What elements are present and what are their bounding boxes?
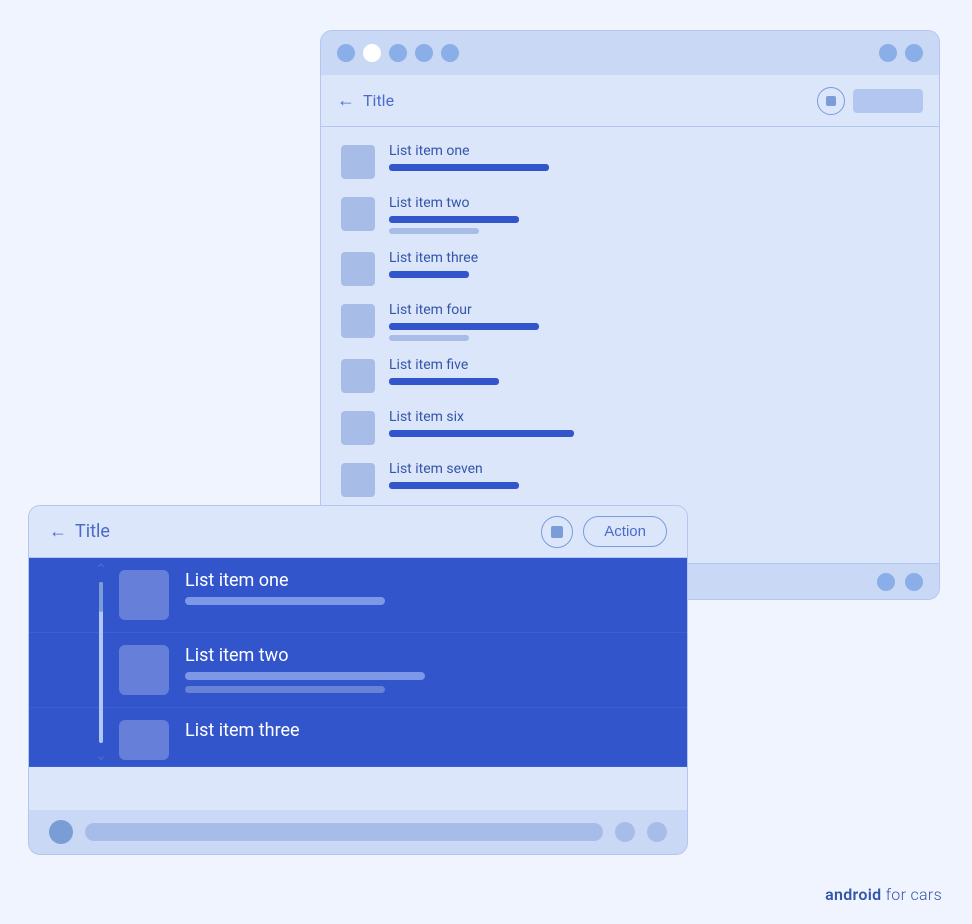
back-list-item-4[interactable]: List item four: [321, 294, 939, 349]
back-list-area: List item one List item two List item th…: [321, 127, 939, 513]
front-stop-icon: [551, 526, 563, 538]
dot-3: [389, 44, 407, 62]
back-titlebar-dots: [337, 44, 459, 62]
back-titlebar-right-dots: [879, 44, 923, 62]
back-list-item-5[interactable]: List item five: [321, 349, 939, 401]
back-item-4-bar2: [389, 335, 469, 341]
back-item-1-bar1: [389, 164, 549, 171]
back-text-button[interactable]: [853, 89, 923, 113]
front-scrollable-area: ⌃ ⌄ List item one List item two: [29, 558, 687, 767]
front-bottom-dot-2: [615, 822, 635, 842]
back-item-5-bar1: [389, 378, 499, 385]
back-item-5-thumb: [341, 359, 375, 393]
front-list-item-2[interactable]: List item two: [29, 633, 687, 708]
back-list-item-6[interactable]: List item six: [321, 401, 939, 453]
back-item-2-thumb: [341, 197, 375, 231]
back-item-1-content: List item one: [389, 143, 549, 171]
back-list-item-2[interactable]: List item two: [321, 187, 939, 242]
dot-4: [415, 44, 433, 62]
back-item-5-title: List item five: [389, 357, 499, 373]
brand-name: android: [825, 885, 881, 904]
back-bottom-dot-3: [905, 573, 923, 591]
dot-r1: [879, 44, 897, 62]
back-item-7-content: List item seven: [389, 461, 519, 489]
front-item-2-bar1: [185, 672, 425, 680]
stop-icon: [826, 96, 836, 106]
back-item-7-title: List item seven: [389, 461, 519, 477]
back-item-3-thumb: [341, 252, 375, 286]
dot-5: [441, 44, 459, 62]
front-bottom-dot-3: [647, 822, 667, 842]
front-item-1-content: List item one: [185, 570, 667, 605]
back-item-2-bar2: [389, 228, 479, 234]
front-list-item-1[interactable]: List item one: [29, 558, 687, 633]
back-item-4-content: List item four: [389, 302, 539, 341]
back-list-item-7[interactable]: List item seven: [321, 453, 939, 505]
front-scrollbar[interactable]: ⌃ ⌄: [99, 558, 103, 767]
chevron-down-icon: ⌄: [94, 743, 107, 767]
back-item-4-bar1: [389, 323, 539, 330]
front-list-item-3[interactable]: List item three: [29, 708, 687, 767]
back-arrow-icon[interactable]: ←: [337, 90, 355, 111]
dot-r2: [905, 44, 923, 62]
back-bottom-dot-2: [877, 573, 895, 591]
back-item-2-content: List item two: [389, 195, 519, 234]
back-item-2-title: List item two: [389, 195, 519, 211]
back-list-item-1[interactable]: List item one: [321, 135, 939, 187]
front-app-title: Title: [75, 521, 110, 542]
front-item-2-thumb: [119, 645, 169, 695]
back-item-6-title: List item six: [389, 409, 574, 425]
back-app-bar: ← Title: [321, 75, 939, 127]
front-item-1-bar1: [185, 597, 385, 605]
front-app-bar: ← Title Action: [29, 506, 687, 558]
back-item-2-bar1: [389, 216, 519, 223]
front-item-2-title: List item two: [185, 645, 667, 666]
back-app-title: Title: [363, 91, 394, 110]
back-item-6-thumb: [341, 411, 375, 445]
back-list-item-3[interactable]: List item three: [321, 242, 939, 294]
front-bottom-bar: [29, 810, 687, 854]
dot-1: [337, 44, 355, 62]
front-bottom-dot-1: [49, 820, 73, 844]
back-item-6-bar1: [389, 430, 574, 437]
dot-2: [363, 44, 381, 62]
back-item-6-content: List item six: [389, 409, 574, 437]
back-item-7-thumb: [341, 463, 375, 497]
front-action-button[interactable]: Action: [583, 516, 667, 547]
back-icon-button[interactable]: [817, 87, 845, 115]
back-item-3-title: List item three: [389, 250, 478, 266]
chevron-up-icon: ⌃: [94, 558, 107, 582]
back-title-bar: [321, 31, 939, 75]
front-item-3-content: List item three: [185, 720, 667, 741]
back-item-3-bar1: [389, 271, 469, 278]
front-icon-button[interactable]: [541, 516, 573, 548]
front-item-3-thumb: [119, 720, 169, 760]
back-item-4-title: List item four: [389, 302, 539, 318]
back-item-3-content: List item three: [389, 250, 478, 278]
front-back-arrow-icon[interactable]: ←: [49, 521, 67, 542]
front-window: ← Title Action ⌃ ⌄ List item one: [28, 505, 688, 855]
scroll-thumb: [99, 582, 103, 612]
back-item-4-thumb: [341, 304, 375, 338]
back-item-7-bar1: [389, 482, 519, 489]
front-item-3-title: List item three: [185, 720, 667, 741]
front-item-1-thumb: [119, 570, 169, 620]
front-item-2-bar2: [185, 686, 385, 693]
back-item-1-title: List item one: [389, 143, 549, 159]
brand-suffix: for cars: [886, 885, 942, 904]
front-bottom-pill: [85, 823, 603, 841]
brand-label: android for cars: [825, 885, 942, 904]
back-item-1-thumb: [341, 145, 375, 179]
front-item-2-content: List item two: [185, 645, 667, 693]
front-item-1-title: List item one: [185, 570, 667, 591]
scroll-track: [99, 582, 103, 743]
back-item-5-content: List item five: [389, 357, 499, 385]
